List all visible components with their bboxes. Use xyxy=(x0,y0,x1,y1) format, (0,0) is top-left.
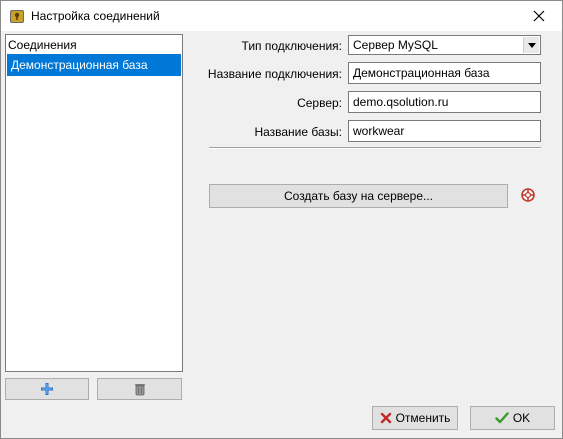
delete-connection-button[interactable] xyxy=(97,378,182,400)
connection-type-label: Тип подключения: xyxy=(241,39,342,53)
connection-name-field[interactable]: Демонстрационная база xyxy=(348,62,541,84)
database-name-field[interactable]: workwear xyxy=(348,120,541,142)
database-name-label: Название базы: xyxy=(254,125,342,139)
cancel-button[interactable]: Отменить xyxy=(372,406,458,430)
connection-type-select[interactable]: Сервер MySQL xyxy=(348,35,541,55)
green-check-icon xyxy=(495,412,509,424)
close-icon xyxy=(533,10,545,22)
add-connection-button[interactable] xyxy=(5,378,89,400)
connection-type-value: Сервер MySQL xyxy=(353,38,438,52)
chevron-down-icon[interactable] xyxy=(523,37,539,53)
ok-button[interactable]: OK xyxy=(470,406,555,430)
key-lock-icon xyxy=(9,8,25,24)
window-title: Настройка соединений xyxy=(31,9,160,23)
cancel-button-label: Отменить xyxy=(395,411,451,425)
ok-button-label: OK xyxy=(512,411,531,425)
connections-list-header: Соединения xyxy=(8,38,77,52)
connections-list[interactable]: Соединения Демонстрационная база xyxy=(5,34,183,372)
trash-icon xyxy=(134,384,145,396)
red-x-icon xyxy=(380,412,391,424)
help-button[interactable] xyxy=(521,187,535,203)
form-separator xyxy=(209,147,541,149)
server-label: Сервер: xyxy=(297,96,342,110)
list-item-connection[interactable]: Демонстрационная база xyxy=(7,54,181,76)
server-field[interactable]: demo.qsolution.ru xyxy=(348,91,541,113)
connection-name-label: Название подключения: xyxy=(207,67,342,81)
create-database-button[interactable]: Создать базу на сервере... xyxy=(209,184,508,208)
connection-settings-window: Настройка соединений Соединения Демонстр… xyxy=(0,0,563,439)
close-button[interactable] xyxy=(516,1,562,31)
title-bar: Настройка соединений xyxy=(1,1,562,31)
plus-icon xyxy=(41,383,53,395)
lifebuoy-icon xyxy=(521,188,535,202)
